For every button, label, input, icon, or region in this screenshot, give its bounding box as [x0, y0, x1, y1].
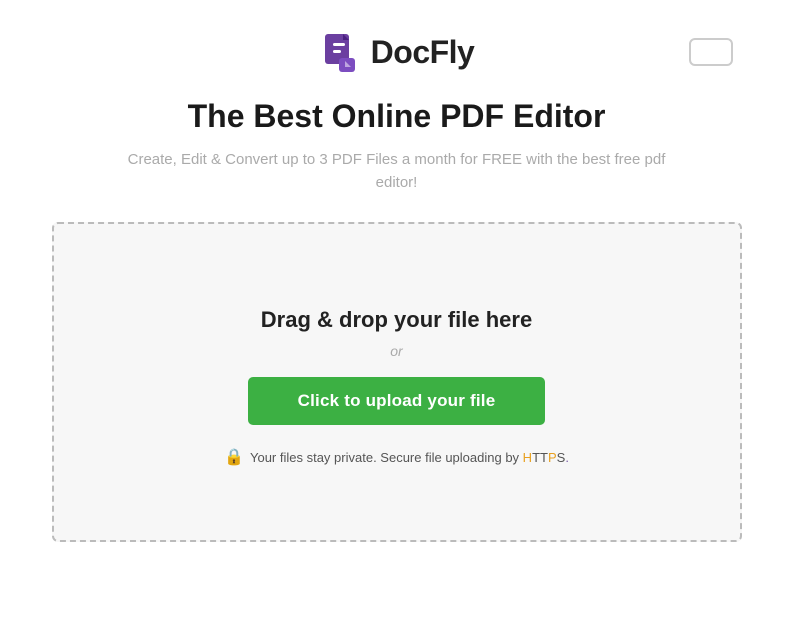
docfly-logo-icon — [319, 30, 363, 74]
security-note: 🔒 Your files stay private. Secure file u… — [224, 447, 569, 467]
logo-text: DocFly — [371, 34, 475, 71]
security-text: Your files stay private. Secure file upl… — [250, 450, 569, 465]
page-subheadline: Create, Edit & Convert up to 3 PDF Files… — [107, 149, 687, 194]
or-separator: or — [390, 343, 402, 359]
upload-button[interactable]: Click to upload your file — [248, 377, 546, 425]
file-drop-zone[interactable]: Drag & drop your file here or Click to u… — [52, 222, 742, 542]
page-headline: The Best Online PDF Editor — [188, 98, 606, 135]
lock-icon: 🔒 — [224, 447, 244, 467]
logo-area: DocFly — [319, 30, 475, 74]
top-right-button[interactable] — [689, 38, 733, 66]
drag-drop-label: Drag & drop your file here — [261, 307, 532, 333]
https-text: HTTPS. — [523, 450, 569, 465]
